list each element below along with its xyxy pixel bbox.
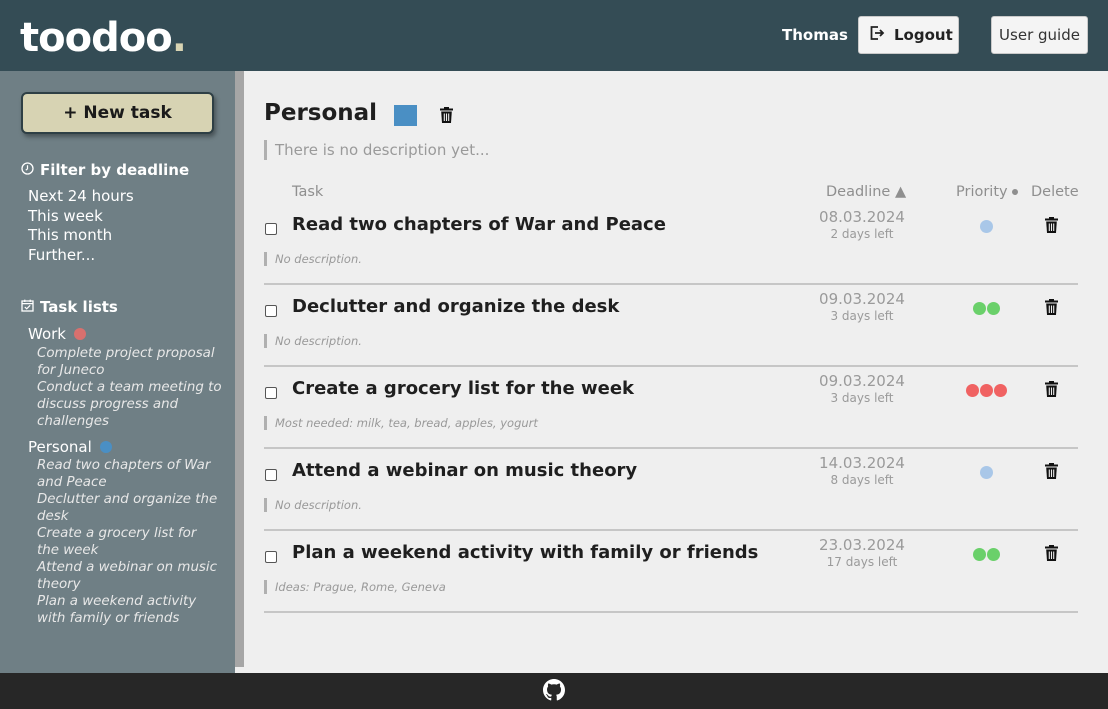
column-header-delete: Delete	[1031, 184, 1079, 200]
calendar-check-icon	[21, 298, 34, 316]
priority-dot	[965, 384, 979, 397]
sidebar-task-item[interactable]: Create a grocery list for the week	[37, 525, 222, 559]
task-row[interactable]: Read two chapters of War and Peace No des…	[264, 203, 1078, 285]
sidebar-list-work[interactable]: Work	[28, 325, 86, 343]
task-deadline[interactable]: 09.03.2024	[802, 290, 922, 308]
delete-task-button[interactable]	[1045, 299, 1058, 319]
priority-dot	[986, 548, 1000, 561]
trash-icon	[1045, 299, 1058, 319]
priority-dot	[979, 384, 993, 397]
logout-icon	[869, 25, 885, 45]
task-title[interactable]: Attend a webinar on music theory	[292, 460, 637, 481]
task-priority[interactable]	[946, 384, 1026, 397]
delete-list-button[interactable]	[440, 107, 453, 127]
task-description[interactable]: Most needed: milk, tea, bread, apples, y…	[264, 416, 538, 430]
task-days-left: 17 days left	[826, 555, 898, 569]
task-title[interactable]: Read two chapters of War and Peace	[292, 214, 666, 235]
logout-button[interactable]: Logout	[858, 16, 959, 54]
task-priority[interactable]	[946, 302, 1026, 315]
list-description[interactable]: There is no description yet...	[264, 140, 489, 160]
trash-icon	[1045, 545, 1058, 565]
sidebar-task-item[interactable]: Plan a weekend activity with family or f…	[37, 593, 222, 627]
priority-dot	[993, 384, 1007, 397]
task-days-left: 3 days left	[830, 391, 894, 405]
sidebar-task-item[interactable]: Declutter and organize the desk	[37, 491, 222, 525]
trash-icon	[1045, 463, 1058, 483]
clock-icon	[21, 161, 34, 179]
username: Thomas	[782, 26, 848, 44]
column-header-deadline[interactable]: Deadline ▲	[826, 184, 906, 200]
task-priority[interactable]	[946, 466, 1026, 479]
task-days-left: 2 days left	[830, 227, 894, 241]
work-task-list: Complete project proposal for Juneco Con…	[37, 345, 222, 430]
priority-dot	[979, 220, 993, 233]
priority-dot	[979, 466, 993, 479]
task-deadline[interactable]: 09.03.2024	[802, 372, 922, 390]
task-days-left: 3 days left	[830, 309, 894, 323]
task-description[interactable]: Ideas: Prague, Rome, Geneva	[264, 580, 446, 594]
sidebar-task-item[interactable]: Conduct a team meeting to discuss progre…	[37, 379, 222, 430]
filter-this-week[interactable]: This week	[28, 207, 134, 227]
filter-heading: Filter by deadline	[21, 161, 189, 179]
sidebar-task-item[interactable]: Complete project proposal for Juneco	[37, 345, 222, 379]
task-description[interactable]: No description.	[264, 498, 362, 512]
user-guide-button[interactable]: User guide	[991, 16, 1088, 54]
list-color-picker[interactable]	[394, 105, 417, 126]
column-header-task: Task	[292, 184, 324, 200]
list-color-dot	[73, 328, 86, 340]
task-deadline[interactable]: 14.03.2024	[802, 454, 922, 472]
task-row[interactable]: Attend a webinar on music theory No descr…	[264, 449, 1078, 531]
sidebar: + New task Filter by deadline Next 24 ho…	[0, 71, 235, 673]
main-content: Personal There is no description yet... …	[244, 71, 1108, 673]
task-row[interactable]: Create a grocery list for the week Most n…	[264, 367, 1078, 449]
sidebar-task-item[interactable]: Attend a webinar on music theory	[37, 559, 222, 593]
sidebar-task-item[interactable]: Read two chapters of War and Peace	[37, 457, 222, 491]
task-checkbox[interactable]	[265, 469, 277, 481]
task-lists-heading: Task lists	[21, 298, 118, 316]
filter-this-month[interactable]: This month	[28, 226, 134, 246]
priority-dot	[972, 548, 986, 561]
trash-icon	[440, 107, 453, 127]
task-row[interactable]: Declutter and organize the desk No descri…	[264, 285, 1078, 367]
task-row[interactable]: Plan a weekend activity with family or f…	[264, 531, 1078, 613]
footer	[0, 673, 1108, 709]
filter-next-24-hours[interactable]: Next 24 hours	[28, 187, 134, 207]
app-logo[interactable]: toodoo.	[20, 12, 187, 64]
trash-icon	[1045, 381, 1058, 401]
task-description[interactable]: No description.	[264, 334, 362, 348]
task-priority[interactable]	[946, 548, 1026, 561]
new-task-button[interactable]: + New task	[21, 92, 214, 134]
delete-task-button[interactable]	[1045, 217, 1058, 237]
delete-task-button[interactable]	[1045, 463, 1058, 483]
task-deadline[interactable]: 23.03.2024	[802, 536, 922, 554]
sort-dot-icon	[1011, 189, 1018, 195]
task-description[interactable]: No description.	[264, 252, 362, 266]
task-priority[interactable]	[946, 220, 1026, 233]
list-color-dot	[99, 441, 112, 453]
delete-task-button[interactable]	[1045, 381, 1058, 401]
logout-label: Logout	[894, 26, 953, 44]
task-checkbox[interactable]	[265, 305, 277, 317]
task-title[interactable]: Create a grocery list for the week	[292, 378, 634, 399]
deadline-filter-list: Next 24 hours This week This month Furth…	[28, 187, 134, 265]
priority-dot	[972, 302, 986, 315]
task-title[interactable]: Declutter and organize the desk	[292, 296, 619, 317]
priority-dot	[986, 302, 1000, 315]
top-bar: toodoo. Thomas Logout User guide	[0, 0, 1108, 71]
personal-task-list: Read two chapters of War and Peace Declu…	[37, 457, 222, 627]
task-checkbox[interactable]	[265, 551, 277, 563]
github-icon[interactable]	[543, 679, 565, 705]
trash-icon	[1045, 217, 1058, 237]
filter-further[interactable]: Further...	[28, 246, 134, 266]
sidebar-resize-handle[interactable]	[235, 71, 244, 667]
task-checkbox[interactable]	[265, 387, 277, 399]
column-header-priority[interactable]: Priority	[956, 184, 1018, 200]
list-title[interactable]: Personal	[264, 100, 377, 126]
task-title[interactable]: Plan a weekend activity with family or f…	[292, 542, 758, 563]
delete-task-button[interactable]	[1045, 545, 1058, 565]
task-days-left: 8 days left	[830, 473, 894, 487]
task-checkbox[interactable]	[265, 223, 277, 235]
task-deadline[interactable]: 08.03.2024	[802, 208, 922, 226]
sidebar-list-personal[interactable]: Personal	[28, 438, 112, 456]
